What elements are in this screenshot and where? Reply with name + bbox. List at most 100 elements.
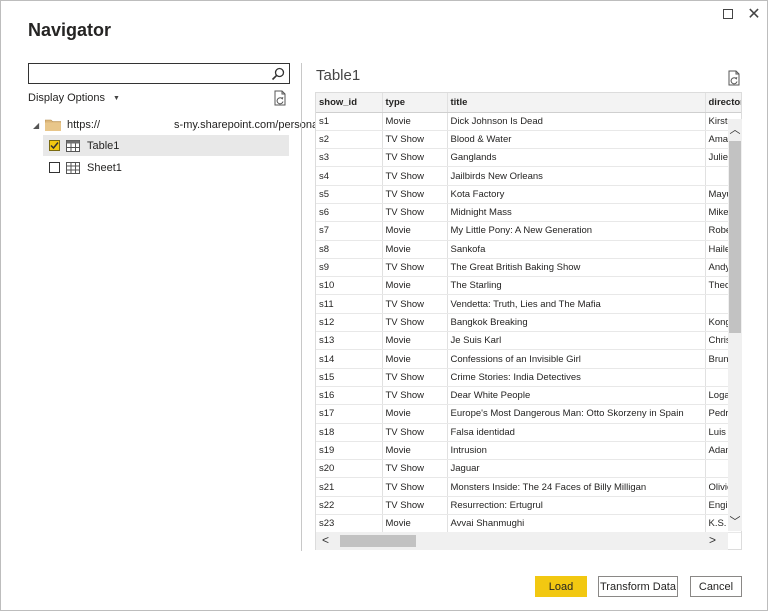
table-cell[interactable]: s8 (316, 240, 383, 259)
table-cell[interactable]: Jailbirds New Orleans (447, 166, 706, 186)
table-cell[interactable]: My Little Pony: A New Generation (447, 221, 706, 241)
refresh-icon[interactable] (725, 69, 743, 87)
table-cell[interactable]: Dear White People (447, 386, 706, 406)
table-cell[interactable]: TV Show (382, 368, 448, 387)
table-cell[interactable]: Avvai Shanmughi (447, 514, 706, 534)
scroll-right-icon[interactable]: > (709, 533, 716, 547)
table-cell[interactable]: s15 (316, 368, 383, 387)
table-cell[interactable]: TV Show (382, 386, 448, 406)
scroll-thumb[interactable] (729, 141, 741, 333)
column-header[interactable]: title (447, 93, 706, 113)
table-cell[interactable]: s1 (316, 112, 383, 131)
table-cell[interactable]: s20 (316, 459, 383, 479)
table-cell[interactable]: Midnight Mass (447, 203, 706, 223)
transform-data-button[interactable]: Transform Data (598, 576, 678, 597)
table-cell[interactable]: Falsa identidad (447, 423, 706, 442)
search-icon[interactable] (270, 66, 286, 82)
table-cell[interactable]: Intrusion (447, 441, 706, 461)
table-cell[interactable]: s4 (316, 166, 383, 186)
table-cell[interactable]: Crime Stories: India Detectives (447, 368, 706, 387)
checkbox-table1[interactable] (49, 140, 60, 151)
table-cell[interactable]: The Starling (447, 276, 706, 296)
table-cell[interactable]: TV Show (382, 459, 448, 479)
scroll-thumb[interactable] (340, 535, 416, 547)
table-cell[interactable]: Bangkok Breaking (447, 313, 706, 333)
table-cell[interactable]: Je Suis Karl (447, 331, 706, 351)
table-cell[interactable]: Jaguar (447, 459, 706, 479)
close-button[interactable]: ✕ (743, 5, 765, 23)
maximize-button[interactable] (717, 5, 739, 23)
table-cell[interactable]: Movie (382, 276, 448, 296)
table-cell[interactable]: s2 (316, 130, 383, 150)
table-cell[interactable]: TV Show (382, 477, 448, 497)
search-box[interactable] (28, 63, 290, 84)
tree-item-table1[interactable]: Table1 (43, 135, 289, 156)
scroll-up-icon[interactable]: ︿ (729, 121, 741, 136)
table-cell[interactable]: Movie (382, 441, 448, 461)
table-cell[interactable]: s6 (316, 203, 383, 223)
table-cell[interactable]: Movie (382, 514, 448, 534)
table-cell[interactable]: TV Show (382, 423, 448, 442)
table-cell[interactable]: Vendetta: Truth, Lies and The Mafia (447, 294, 706, 314)
table-cell[interactable]: TV Show (382, 294, 448, 314)
table-cell[interactable]: Monsters Inside: The 24 Faces of Billy M… (447, 477, 706, 497)
table-cell[interactable]: Dick Johnson Is Dead (447, 112, 706, 131)
tree-root-source[interactable]: ◢ https:// s-my.sharepoint.com/personal.… (33, 115, 330, 135)
table-cell[interactable]: Sankofa (447, 240, 706, 259)
column-header[interactable]: type (382, 93, 448, 113)
display-options-label: Display Options (28, 92, 106, 104)
table-cell[interactable]: s23 (316, 514, 383, 534)
search-input[interactable] (31, 65, 267, 82)
column-header[interactable]: show_id (316, 93, 383, 113)
table-cell[interactable]: Kota Factory (447, 185, 706, 204)
table-cell[interactable]: s10 (316, 276, 383, 296)
table-cell[interactable]: Blood & Water (447, 130, 706, 150)
table-cell[interactable]: s14 (316, 349, 383, 369)
checkbox-sheet1[interactable] (49, 162, 60, 173)
table-cell[interactable]: TV Show (382, 258, 448, 278)
table-cell[interactable]: Movie (382, 112, 448, 131)
table-cell[interactable]: Movie (382, 221, 448, 241)
scroll-down-icon[interactable]: ﹀ (729, 513, 741, 528)
table-cell[interactable]: s22 (316, 496, 383, 516)
table-cell[interactable]: s18 (316, 423, 383, 442)
table-cell[interactable]: s17 (316, 404, 383, 424)
table-cell[interactable]: TV Show (382, 313, 448, 333)
table-cell[interactable]: s12 (316, 313, 383, 333)
collapse-icon[interactable]: ◢ (33, 121, 43, 130)
cancel-button[interactable]: Cancel (690, 576, 742, 597)
table-cell[interactable]: TV Show (382, 203, 448, 223)
table-cell[interactable]: Resurrection: Ertugrul (447, 496, 706, 516)
column-header[interactable]: director (705, 93, 741, 113)
table-cell[interactable]: s9 (316, 258, 383, 278)
table-cell[interactable]: s13 (316, 331, 383, 351)
table-cell[interactable]: s19 (316, 441, 383, 461)
table-cell[interactable]: s5 (316, 185, 383, 204)
table-cell[interactable]: The Great British Baking Show (447, 258, 706, 278)
load-button[interactable]: Load (535, 576, 587, 597)
table-cell[interactable]: Movie (382, 240, 448, 259)
table-cell[interactable]: TV Show (382, 130, 448, 150)
table-cell[interactable]: s16 (316, 386, 383, 406)
table-cell[interactable]: Confessions of an Invisible Girl (447, 349, 706, 369)
display-options-dropdown[interactable]: Display Options ▼ (28, 92, 120, 104)
vertical-scrollbar[interactable]: ︿ ﹀ (728, 119, 742, 531)
tree-item-sheet1[interactable]: Sheet1 (43, 157, 289, 178)
scroll-left-icon[interactable]: < (322, 533, 329, 547)
table-cell[interactable]: Movie (382, 404, 448, 424)
table-cell[interactable]: TV Show (382, 148, 448, 168)
preview-table[interactable]: show_id type title director s1 Movie Dick … (315, 92, 742, 550)
table-cell[interactable]: TV Show (382, 496, 448, 516)
table-cell[interactable]: Europe's Most Dangerous Man: Otto Skorze… (447, 404, 706, 424)
table-cell[interactable]: Movie (382, 349, 448, 369)
table-cell[interactable]: Ganglands (447, 148, 706, 168)
refresh-icon[interactable] (271, 89, 289, 107)
table-cell[interactable]: s7 (316, 221, 383, 241)
table-cell[interactable]: TV Show (382, 185, 448, 204)
table-cell[interactable]: Movie (382, 331, 448, 351)
table-cell[interactable]: s3 (316, 148, 383, 168)
horizontal-scrollbar[interactable]: < > (316, 532, 728, 550)
table-cell[interactable]: s21 (316, 477, 383, 497)
table-cell[interactable]: TV Show (382, 166, 448, 186)
table-cell[interactable]: s11 (316, 294, 383, 314)
